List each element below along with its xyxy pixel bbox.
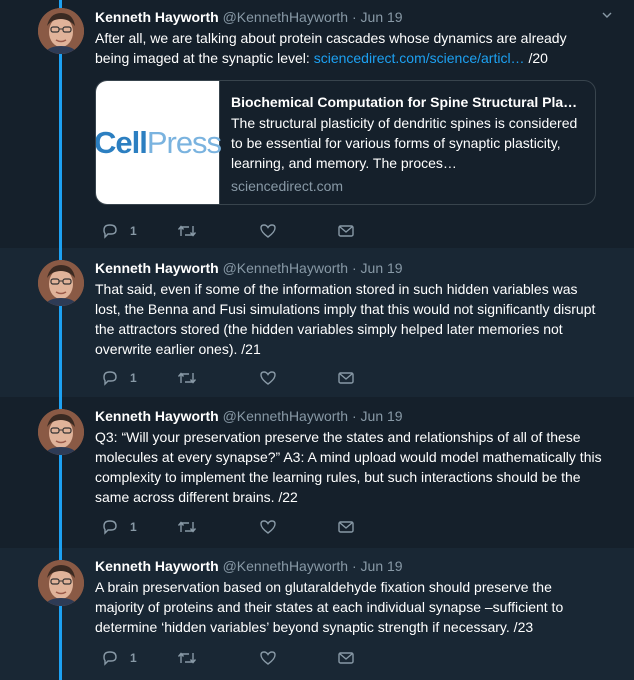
card-domain: sciencedirect.com — [231, 178, 344, 194]
tweet-header: Kenneth Hayworth @KennethHayworth · Jun … — [95, 556, 616, 576]
tweet-20[interactable]: Kenneth Hayworth @KennethHayworth · Jun … — [0, 0, 634, 248]
reply-button[interactable]: 1 — [101, 517, 137, 537]
like-button[interactable] — [259, 648, 277, 668]
author-handle[interactable]: @KennethHayworth — [223, 260, 349, 276]
tweet-date[interactable]: Jun 19 — [361, 408, 403, 424]
reply-icon — [103, 371, 117, 386]
separator-dot: · — [351, 558, 357, 574]
reply-icon — [103, 520, 117, 535]
retweet-button[interactable] — [177, 368, 197, 388]
separator-dot: · — [351, 260, 357, 276]
tweet-22[interactable]: Kenneth Hayworth @KennethHayworth · Jun … — [0, 397, 634, 548]
like-button[interactable] — [259, 368, 277, 388]
reply-count: 1 — [130, 651, 137, 665]
tweet-text: Q3: “Will your preservation preserve the… — [95, 429, 602, 505]
avatar[interactable] — [38, 8, 84, 54]
card-thumbnail: CellPress — [95, 81, 222, 204]
retweet-button[interactable] — [177, 517, 197, 537]
like-button[interactable] — [259, 517, 277, 537]
retweet-icon — [177, 652, 197, 664]
tweet-21[interactable]: Kenneth Hayworth @KennethHayworth · Jun … — [0, 248, 634, 397]
tweet-number: /20 — [524, 50, 548, 66]
card-description: The structural plasticity of dendritic s… — [231, 115, 578, 171]
card-title: Biochemical Computation for Spine Struct… — [231, 94, 584, 110]
chevron-down-icon[interactable] — [602, 10, 612, 20]
direct-message-icon — [338, 225, 354, 237]
reply-count: 1 — [130, 224, 137, 238]
avatar[interactable] — [38, 560, 84, 606]
direct-message-icon — [338, 652, 354, 664]
reply-icon — [103, 224, 117, 239]
retweet-icon — [177, 521, 197, 533]
author-name[interactable]: Kenneth Hayworth — [95, 558, 219, 574]
tweet-text: That said, even if some of the informati… — [95, 281, 596, 357]
tweet-actions: 1 — [95, 648, 375, 668]
author-name[interactable]: Kenneth Hayworth — [95, 260, 219, 276]
reply-button[interactable]: 1 — [101, 221, 137, 241]
author-handle[interactable]: @KennethHayworth — [223, 9, 349, 25]
reply-icon — [103, 651, 117, 666]
tweet-actions: 1 — [95, 368, 375, 388]
reply-button[interactable]: 1 — [101, 368, 137, 388]
logo-press: Press — [146, 124, 222, 160]
author-handle[interactable]: @KennethHayworth — [223, 408, 349, 424]
link-card[interactable]: CellPress Biochemical Computation for Sp… — [95, 80, 596, 205]
like-button[interactable] — [259, 221, 277, 241]
reply-button[interactable]: 1 — [101, 648, 137, 668]
timeline: Kenneth Hayworth @KennethHayworth · Jun … — [0, 0, 634, 680]
like-icon — [260, 651, 276, 665]
tweet-header: Kenneth Hayworth @KennethHayworth · Jun … — [95, 406, 616, 426]
tweet-date[interactable]: Jun 19 — [361, 260, 403, 276]
logo-cell: Cell — [95, 124, 148, 160]
retweet-button[interactable] — [177, 648, 197, 668]
direct-message-icon — [338, 521, 354, 533]
tweet-actions: 1 — [95, 221, 375, 241]
tweet-date[interactable]: Jun 19 — [361, 558, 403, 574]
tweet-header: Kenneth Hayworth @KennethHayworth · Jun … — [95, 258, 616, 278]
reply-count: 1 — [130, 520, 137, 534]
retweet-icon — [177, 372, 197, 384]
direct-message-button[interactable] — [337, 221, 355, 241]
direct-message-icon — [338, 372, 354, 384]
tweet-actions: 1 — [95, 517, 375, 537]
reply-count: 1 — [130, 371, 137, 385]
cellpress-logo: CellPress — [95, 124, 222, 161]
direct-message-button[interactable] — [337, 648, 355, 668]
avatar[interactable] — [38, 260, 84, 306]
tweet-link[interactable]: sciencedirect.com/science/articl… — [314, 50, 525, 66]
like-icon — [260, 520, 276, 534]
tweet-text: A brain preservation based on glutaralde… — [95, 579, 564, 635]
avatar[interactable] — [38, 409, 84, 455]
author-name[interactable]: Kenneth Hayworth — [95, 408, 219, 424]
retweet-button[interactable] — [177, 221, 197, 241]
separator-dot: · — [351, 408, 357, 424]
author-name[interactable]: Kenneth Hayworth — [95, 9, 219, 25]
direct-message-button[interactable] — [337, 368, 355, 388]
author-handle[interactable]: @KennethHayworth — [223, 558, 349, 574]
like-icon — [260, 371, 276, 385]
like-icon — [260, 224, 276, 238]
direct-message-button[interactable] — [337, 517, 355, 537]
tweet-date[interactable]: Jun 19 — [361, 9, 403, 25]
tweet-23[interactable]: Kenneth Hayworth @KennethHayworth · Jun … — [0, 548, 634, 680]
separator-dot: · — [351, 9, 357, 25]
tweet-header: Kenneth Hayworth @KennethHayworth · Jun … — [95, 7, 616, 27]
retweet-icon — [177, 225, 197, 237]
tweet-text: After all, we are talking about protein … — [95, 28, 585, 68]
